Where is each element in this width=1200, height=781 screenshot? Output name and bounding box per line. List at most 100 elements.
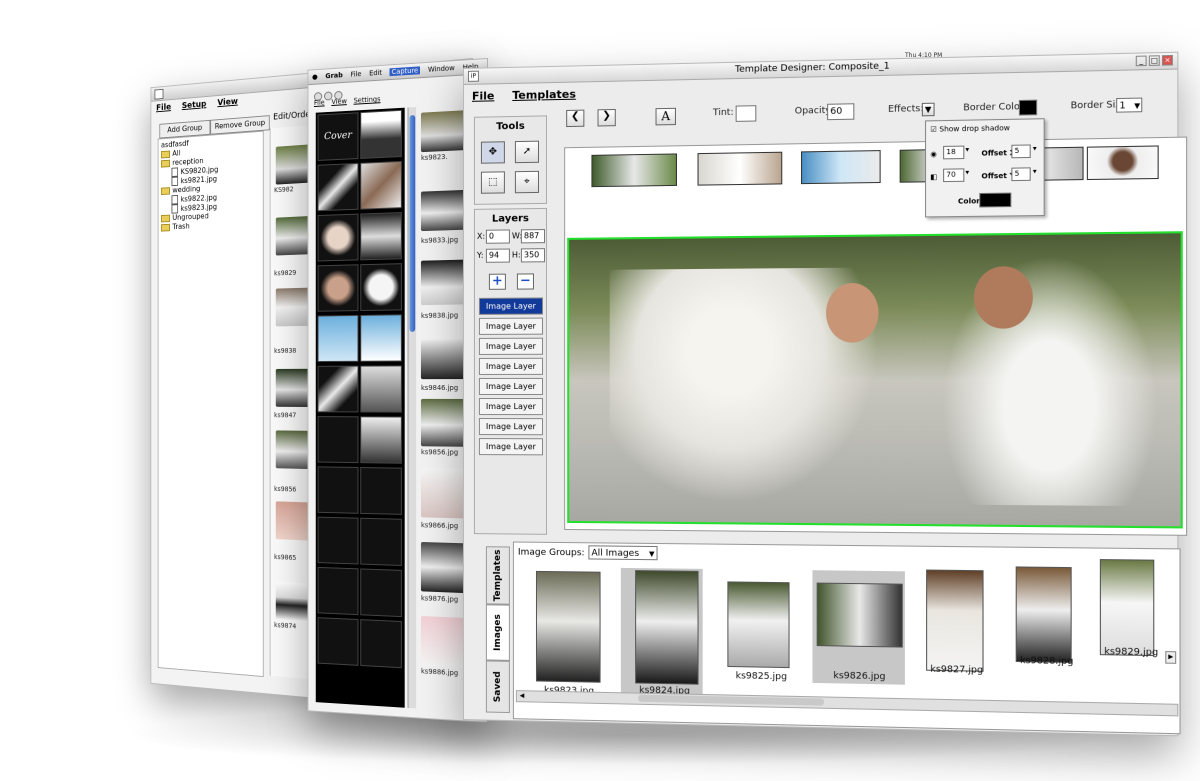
scroll-thumb[interactable] (409, 115, 415, 332)
photo-thumb[interactable] (421, 616, 466, 668)
page-thumb[interactable] (360, 212, 402, 260)
menu-file[interactable]: File (472, 89, 494, 102)
strip-photo[interactable] (698, 152, 783, 186)
page-thumb[interactable] (360, 518, 402, 566)
w-input[interactable]: 887 (521, 229, 545, 243)
tab-templates[interactable]: Templates (486, 546, 510, 604)
layer-item[interactable]: Image Layer (479, 398, 543, 415)
page-thumb[interactable] (318, 163, 359, 211)
tree-node[interactable]: Trash (161, 222, 190, 232)
page-thumb[interactable] (360, 314, 402, 361)
close-icon[interactable]: × (1162, 55, 1173, 66)
main-photo-layer[interactable] (567, 231, 1183, 528)
layer-item[interactable]: Image Layer (479, 318, 543, 335)
photo-thumb[interactable] (421, 468, 466, 518)
cover-page[interactable]: Cover (318, 112, 359, 161)
minimize-icon[interactable]: _ (1136, 56, 1147, 67)
page-thumb[interactable] (318, 567, 359, 615)
gallery-photo[interactable] (727, 581, 789, 668)
gallery-photo[interactable] (635, 570, 698, 685)
drop-shadow-checkbox[interactable]: ☑ Show drop shadow (930, 124, 1010, 134)
photo-thumb[interactable] (421, 190, 466, 231)
photo-thumb[interactable] (421, 542, 466, 593)
tab-images[interactable]: Images (486, 604, 510, 661)
filmstrip-scrollbar[interactable] (408, 107, 417, 708)
scroll-thumb[interactable] (638, 695, 824, 706)
tab-saved[interactable]: Saved (486, 660, 510, 713)
crosshair-tool-icon[interactable]: ⌖ (515, 171, 539, 193)
menu-templates[interactable]: Templates (512, 88, 576, 102)
menu-edit[interactable]: Edit (369, 69, 382, 78)
page-thumb[interactable] (318, 366, 359, 413)
page-thumb[interactable] (318, 416, 359, 463)
scroll-left-icon[interactable]: ◀ (517, 691, 527, 701)
layer-item[interactable]: Image Layer (479, 358, 543, 375)
gallery-photo[interactable] (1100, 559, 1154, 656)
radio-icon[interactable]: ◉ (930, 150, 936, 158)
layer-item[interactable]: Image Layer (479, 378, 543, 395)
page-thumb[interactable] (360, 467, 402, 515)
menu-capture[interactable]: Capture (390, 66, 420, 76)
strip-photo[interactable] (1087, 145, 1159, 180)
page-thumb[interactable] (318, 517, 359, 565)
strip-photo[interactable] (1038, 147, 1083, 181)
tree-node[interactable]: All (161, 149, 180, 159)
menu-view[interactable]: View (217, 97, 237, 108)
page-thumb[interactable] (360, 619, 402, 668)
page-thumb[interactable] (318, 264, 359, 311)
previous-page-button[interactable]: ❮ (566, 110, 584, 127)
photo-thumb[interactable] (421, 110, 466, 152)
layer-item[interactable]: Image Layer (479, 297, 543, 314)
shadow-color-swatch[interactable] (979, 193, 1011, 208)
page-thumb[interactable] (318, 315, 359, 362)
tree-node[interactable]: asdfasdf (161, 139, 189, 149)
page-thumb[interactable] (360, 365, 402, 412)
marquee-select-icon[interactable]: ⬚ (481, 171, 505, 193)
offset-x-input[interactable]: 5 (1011, 144, 1030, 158)
menu-setup[interactable]: Setup (182, 100, 207, 111)
page-thumb[interactable] (360, 161, 402, 210)
maximize-icon[interactable]: □ (1149, 55, 1160, 66)
menu-window[interactable]: Window (428, 64, 455, 74)
text-tool-button[interactable]: A (656, 108, 676, 126)
layer-item[interactable]: Image Layer (479, 338, 543, 355)
apple-icon[interactable]: ● (312, 73, 318, 81)
layer-item[interactable]: Image Layer (479, 438, 543, 455)
border-color-swatch[interactable] (1019, 100, 1037, 116)
strip-photo[interactable] (801, 150, 881, 184)
gallery-photo[interactable] (536, 571, 601, 683)
window-menu-icon[interactable] (155, 89, 164, 100)
photo-thumb[interactable] (421, 339, 466, 379)
submenu-file[interactable]: File (314, 99, 325, 107)
chevron-down-icon[interactable]: ▾ (965, 145, 969, 153)
image-groups-select[interactable]: All Images ▼ (588, 545, 657, 560)
opacity-input[interactable]: 60 (827, 103, 854, 120)
next-page-button[interactable]: ❯ (598, 109, 616, 127)
page-thumb[interactable] (360, 416, 402, 463)
photo-thumb[interactable] (421, 260, 466, 306)
tree-node[interactable]: Ungrouped (161, 212, 209, 223)
page-thumb[interactable] (318, 617, 359, 666)
menu-file[interactable]: File (351, 70, 362, 78)
menu-file[interactable]: File (156, 103, 171, 113)
chevron-down-icon[interactable]: ▾ (1033, 144, 1037, 152)
tab-edit-order[interactable]: Edit/Orde (273, 110, 310, 122)
page-thumb[interactable] (360, 263, 402, 311)
select-tool-icon[interactable]: ➚ (515, 141, 539, 164)
chevron-down-icon[interactable]: ▾ (1033, 167, 1037, 175)
gallery-photo[interactable] (1016, 566, 1072, 663)
scroll-right-icon[interactable]: ▶ (1165, 651, 1176, 664)
move-tool-icon[interactable]: ✥ (481, 141, 505, 163)
menu-grab[interactable]: Grab (325, 71, 343, 80)
offset-y-input[interactable]: 5 (1011, 167, 1030, 181)
submenu-view[interactable]: View (331, 97, 346, 106)
add-layer-icon[interactable]: + (489, 274, 506, 290)
border-size-select[interactable]: 1 ▼ (1116, 98, 1142, 113)
tint-swatch[interactable] (736, 105, 757, 122)
chevron-down-icon[interactable]: ▾ (965, 168, 969, 176)
layer-item[interactable]: Image Layer (479, 418, 543, 435)
photo-thumb[interactable] (421, 399, 466, 447)
shadow-value-1[interactable]: 18 (943, 146, 964, 160)
submenu-settings[interactable]: Settings (354, 95, 381, 104)
effects-dropdown-icon[interactable]: ▼ (922, 103, 935, 117)
